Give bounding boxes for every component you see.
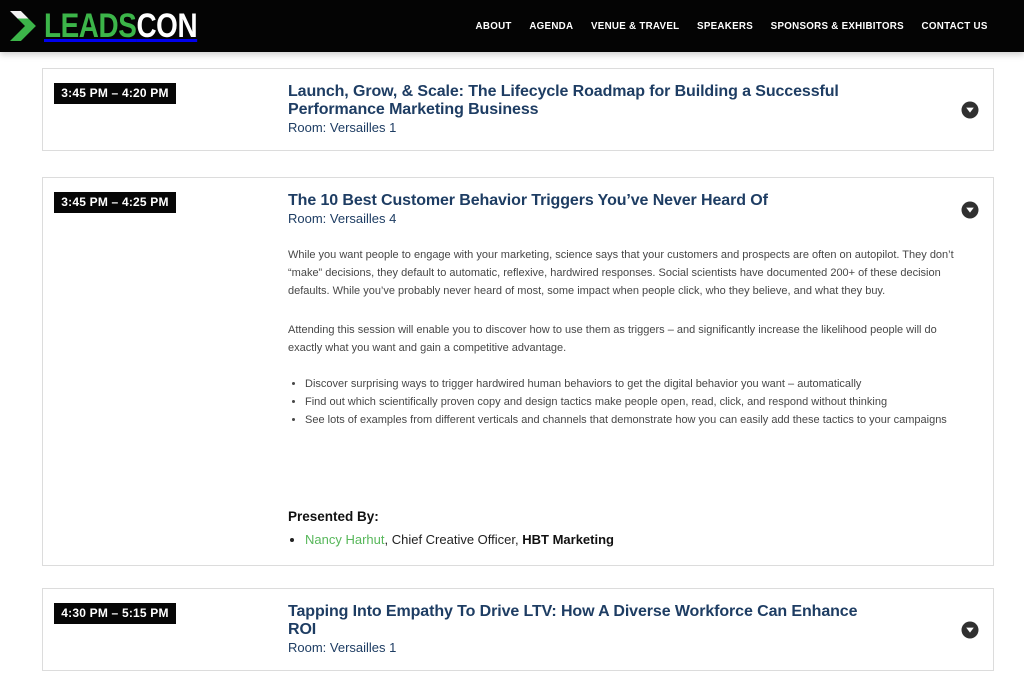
expand-toggle-button[interactable] [961,101,979,119]
session-time-badge: 3:45 PM – 4:25 PM [54,192,176,213]
speaker-item: Nancy Harhut, Chief Creative Officer, HB… [305,531,966,549]
speaker-list: Nancy Harhut, Chief Creative Officer, HB… [305,531,966,549]
presented-by-label: Presented By: [288,509,966,524]
session-card: 3:45 PM – 4:20 PM Launch, Grow, & Scale:… [42,68,994,151]
logo-leads-text: LEADS [44,7,136,45]
logo-con-text: CON [136,7,197,45]
expand-toggle-button[interactable] [961,621,979,639]
session-room: Room: Versailles 4 [288,211,961,227]
expand-toggle-button[interactable] [961,201,979,219]
takeaway-item: See lots of examples from different vert… [305,411,966,429]
description-paragraph: While you want people to engage with you… [288,246,966,300]
session-title[interactable]: Launch, Grow, & Scale: The Lifecycle Roa… [288,83,858,119]
speaker-name-link[interactable]: Nancy Harhut [305,532,384,547]
nav-item-agenda[interactable]: AGENDA [530,20,574,32]
takeaway-item: Find out which scientifically proven cop… [305,393,966,411]
nav-item-about[interactable]: ABOUT [476,20,512,32]
session-takeaways-list: Discover surprising ways to trigger hard… [305,375,966,429]
nav-item-contact-us[interactable]: CONTACT US [922,20,988,32]
session-room: Room: Versailles 1 [288,120,961,136]
speaker-company: HBT Marketing [522,532,614,547]
chevron-down-icon [961,621,979,639]
speaker-role: , Chief Creative Officer, [384,532,522,547]
nav-item-sponsors-exhibitors[interactable]: SPONSORS & EXHIBITORS [771,20,904,32]
leadscon-chevron-icon [10,11,40,41]
session-card: 4:30 PM – 5:15 PM Tapping Into Empathy T… [42,588,994,671]
session-title[interactable]: Tapping Into Empathy To Drive LTV: How A… [288,603,858,639]
session-room: Room: Versailles 1 [288,640,961,656]
agenda-list: 3:45 PM – 4:20 PM Launch, Grow, & Scale:… [0,52,1024,671]
leadscon-logo[interactable]: LEADSCON [10,9,231,43]
session-time-badge: 4:30 PM – 5:15 PM [54,603,176,624]
nav-item-venue-travel[interactable]: VENUE & TRAVEL [591,20,679,32]
session-title[interactable]: The 10 Best Customer Behavior Triggers Y… [288,192,858,210]
takeaway-item: Discover surprising ways to trigger hard… [305,375,966,393]
chevron-down-icon [961,101,979,119]
session-description: While you want people to engage with you… [288,246,979,549]
chevron-down-icon [961,201,979,219]
session-time-badge: 3:45 PM – 4:20 PM [54,83,176,104]
main-nav: ABOUT AGENDA VENUE & TRAVEL SPEAKERS SPO… [476,20,988,32]
site-header: LEADSCON ABOUT AGENDA VENUE & TRAVEL SPE… [0,0,1024,52]
session-card: 3:45 PM – 4:25 PM The 10 Best Customer B… [42,177,994,566]
description-paragraph: Attending this session will enable you t… [288,321,966,357]
logo-wordmark: LEADSCON [44,9,197,43]
nav-item-speakers[interactable]: SPEAKERS [697,20,753,32]
